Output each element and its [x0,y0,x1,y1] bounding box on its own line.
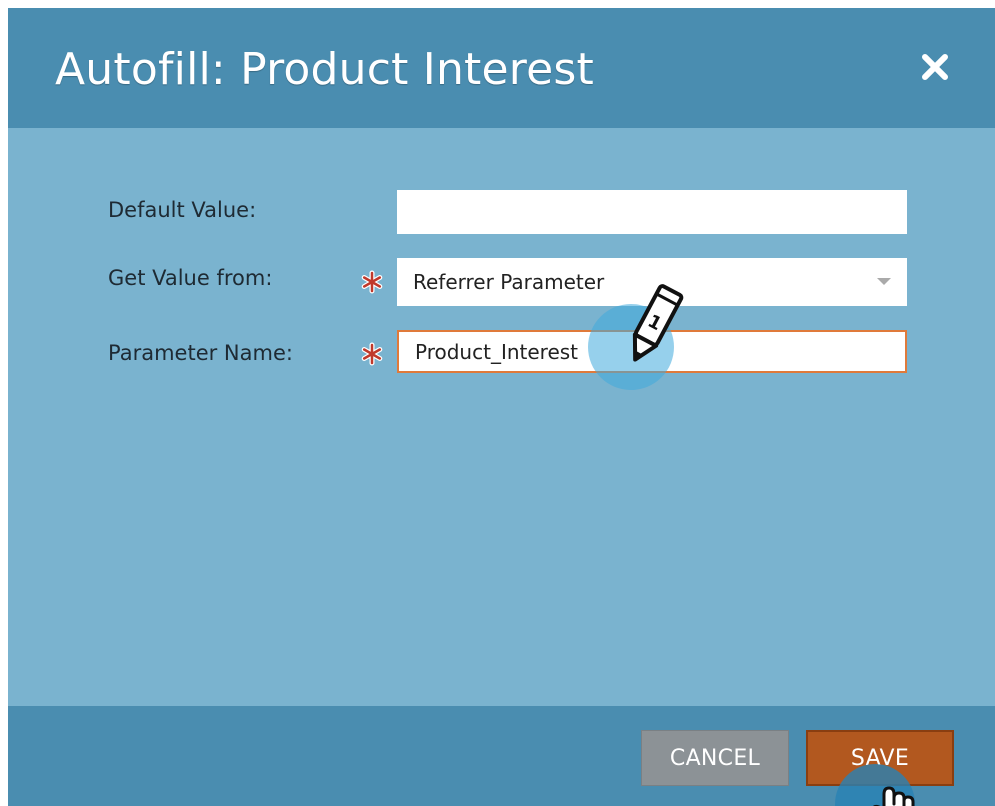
required-star-icon [360,342,384,366]
dialog-title: Autofill: Product Interest [55,44,594,95]
required-star-icon [360,270,384,294]
default-value-label: Default Value: [108,198,257,222]
close-icon[interactable] [920,52,950,82]
dialog-header: Autofill: Product Interest [8,8,995,128]
get-value-from-selected: Referrer Parameter [413,270,605,294]
autofill-dialog: Autofill: Product Interest Default Value… [8,8,995,806]
pencil-icon: 1 [620,280,686,372]
hand-cursor-icon [866,780,922,806]
parameter-name-label: Parameter Name: [108,341,293,365]
cancel-button[interactable]: CANCEL [641,730,789,786]
default-value-input[interactable] [397,190,907,234]
chevron-down-icon[interactable] [877,278,891,285]
get-value-from-label: Get Value from: [108,266,273,290]
